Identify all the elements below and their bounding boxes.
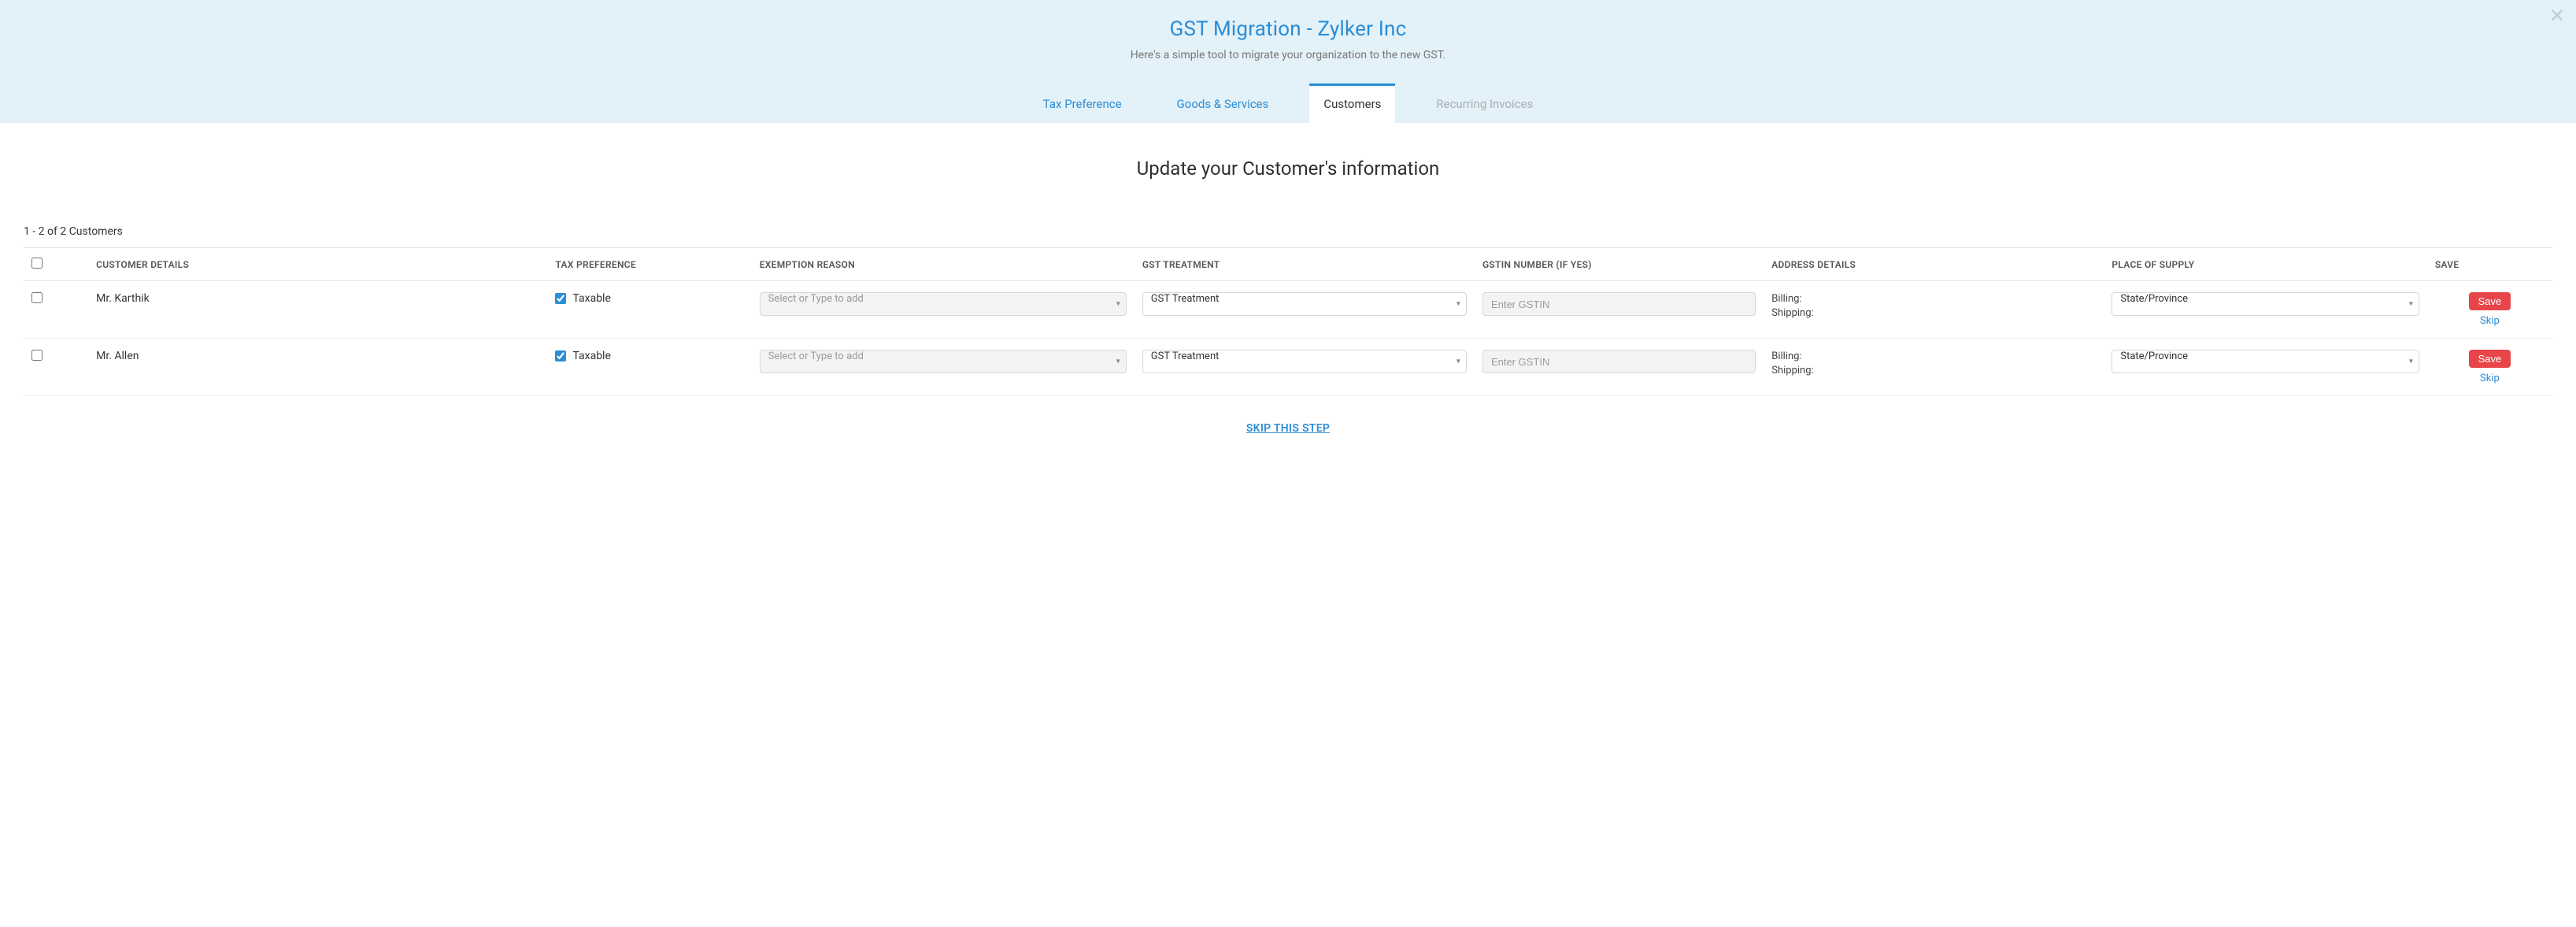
column-header-gstin: GSTIN NUMBER (IF YES) — [1475, 248, 1764, 281]
place-of-supply-select[interactable]: State/Province▾ — [2112, 292, 2419, 316]
shipping-label: Shipping: — [1771, 364, 2096, 378]
close-icon[interactable]: ✕ — [2549, 6, 2565, 25]
page-title: GST Migration - Zylker Inc — [0, 17, 2576, 41]
column-header-treatment: GST TREATMENT — [1134, 248, 1475, 281]
taxable-label: Taxable — [572, 292, 610, 305]
column-header-exemption: EXEMPTION REASON — [752, 248, 1134, 281]
skip-row-link[interactable]: Skip — [2435, 373, 2545, 384]
taxable-checkbox[interactable] — [555, 293, 566, 304]
skip-row-link[interactable]: Skip — [2435, 315, 2545, 327]
section-title: Update your Customer's information — [0, 158, 2576, 180]
skip-step-container: SKIP THIS STEP — [24, 420, 2552, 435]
pagination-count: 1 - 2 of 2 Customers — [24, 225, 2552, 238]
select-all-checkbox[interactable] — [31, 258, 43, 269]
tab-tax-preference[interactable]: Tax Preference — [1029, 83, 1136, 123]
gst-treatment-select[interactable]: GST Treatment▾ — [1142, 292, 1467, 316]
taxable-toggle[interactable]: Taxable — [555, 292, 610, 305]
save-button[interactable]: Save — [2469, 350, 2511, 368]
taxable-label: Taxable — [572, 350, 610, 362]
tab-customers[interactable]: Customers — [1309, 83, 1395, 123]
column-header-address: ADDRESS DETAILS — [1764, 248, 2104, 281]
column-header-place: PLACE OF SUPPLY — [2104, 248, 2427, 281]
column-header-save: SAVE — [2427, 248, 2552, 281]
skip-step-link[interactable]: SKIP THIS STEP — [1246, 422, 1330, 435]
exemption-select[interactable]: Select or Type to add▾ — [760, 292, 1127, 316]
row-select-checkbox[interactable] — [31, 292, 43, 303]
customer-name: Mr. Karthik — [96, 292, 150, 305]
main-container: 1 - 2 of 2 Customers CUSTOMER DETAILS TA… — [0, 225, 2576, 466]
gstin-input[interactable] — [1482, 350, 1756, 373]
customers-table: CUSTOMER DETAILS TAX PREFERENCE EXEMPTIO… — [24, 247, 2552, 396]
place-of-supply-select[interactable]: State/Province▾ — [2112, 350, 2419, 373]
tab-recurring-invoices: Recurring Invoices — [1422, 83, 1547, 123]
taxable-toggle[interactable]: Taxable — [555, 350, 610, 362]
gst-treatment-select[interactable]: GST Treatment▾ — [1142, 350, 1467, 373]
exemption-select[interactable]: Select or Type to add▾ — [760, 350, 1127, 373]
tab-goods-services[interactable]: Goods & Services — [1163, 83, 1283, 123]
page-subtitle: Here's a simple tool to migrate your org… — [0, 49, 2576, 61]
column-header-preference: TAX PREFERENCE — [547, 248, 751, 281]
header-band: ✕ GST Migration - Zylker Inc Here's a si… — [0, 0, 2576, 123]
taxable-checkbox[interactable] — [555, 350, 566, 362]
billing-label: Billing: — [1771, 292, 2096, 306]
billing-label: Billing: — [1771, 350, 2096, 364]
column-header-name: CUSTOMER DETAILS — [88, 248, 547, 281]
gstin-input[interactable] — [1482, 292, 1756, 316]
shipping-label: Shipping: — [1771, 306, 2096, 321]
row-select-checkbox[interactable] — [31, 350, 43, 361]
tabs: Tax Preference Goods & Services Customers R… — [0, 83, 2576, 123]
table-row: Mr. Allen Taxable Select or Type to add▾ GS… — [24, 339, 2552, 396]
table-row: Mr. Karthik Taxable Select or Type to add▾… — [24, 281, 2552, 339]
customer-name: Mr. Allen — [96, 350, 139, 362]
save-button[interactable]: Save — [2469, 292, 2511, 310]
